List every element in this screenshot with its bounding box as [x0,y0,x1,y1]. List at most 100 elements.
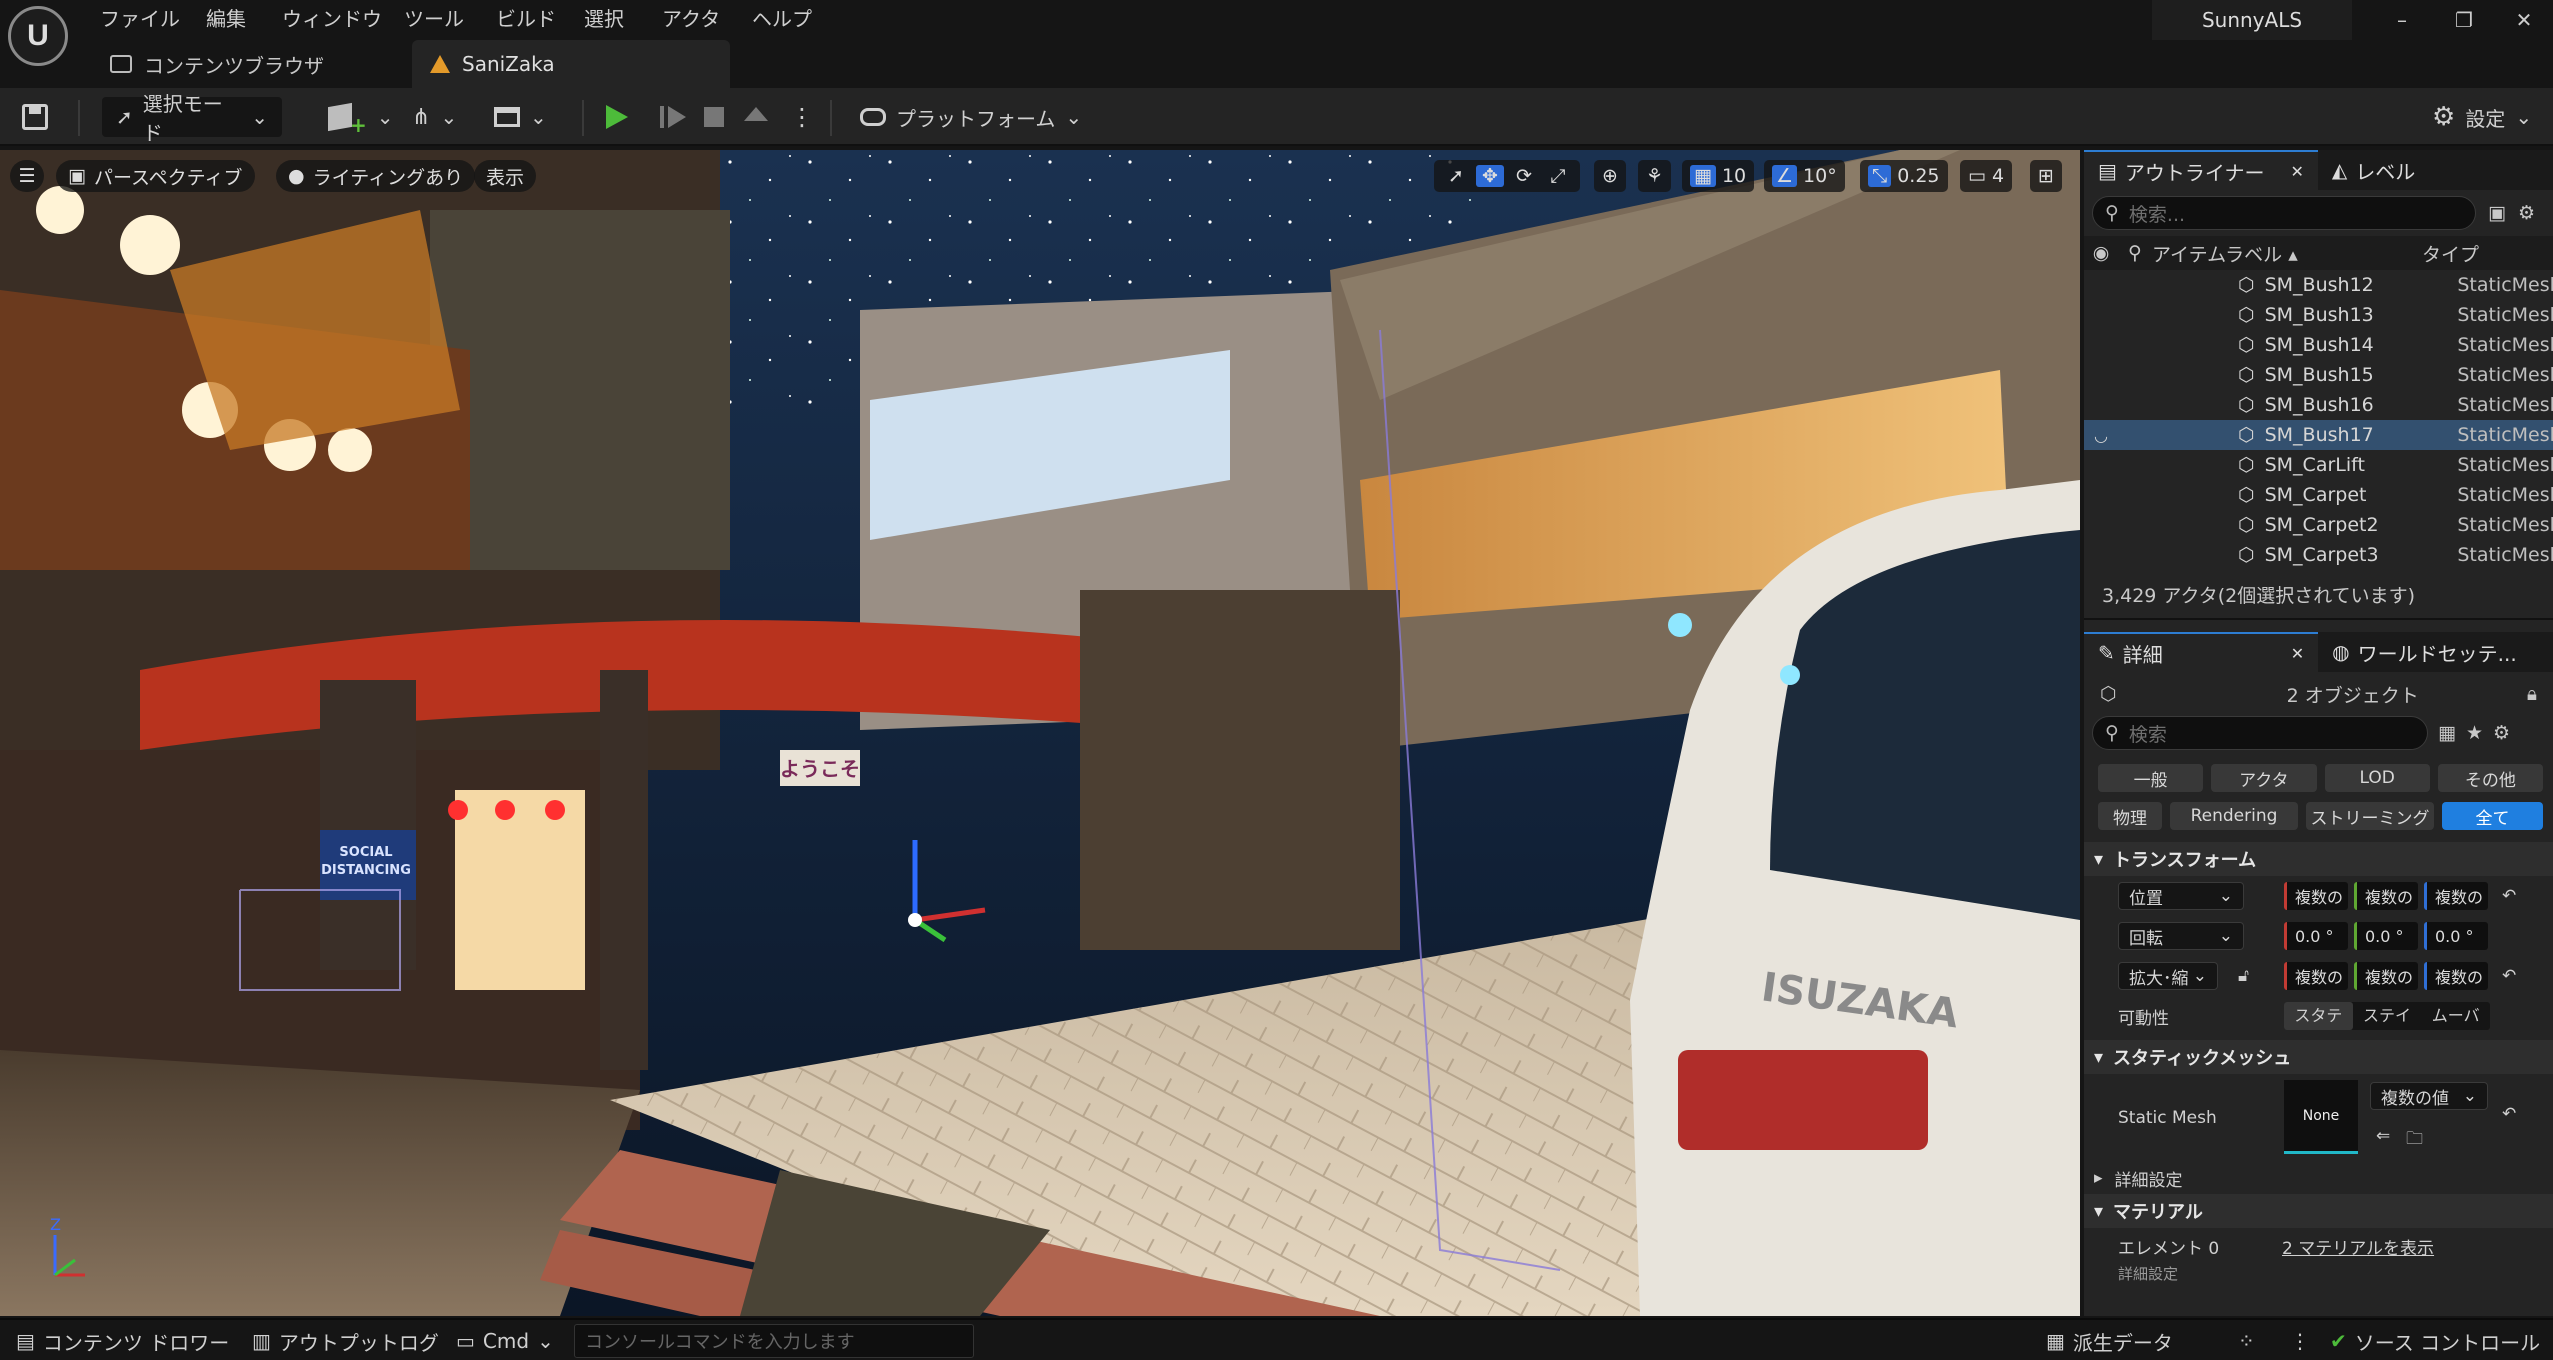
filter-physics[interactable]: 物理 [2098,802,2162,830]
scale-x[interactable]: 複数の [2284,962,2348,990]
location-y[interactable]: 複数の [2354,882,2418,910]
filter-rendering[interactable]: Rendering [2170,802,2298,830]
mobility-static[interactable]: スタテ [2284,1002,2353,1030]
advance-frame-button[interactable] [660,97,686,137]
mobility-movable[interactable]: ムーバ [2421,1002,2490,1030]
location-z[interactable]: 複数の [2424,882,2488,910]
gear-icon[interactable]: ⚙ [2518,202,2535,224]
more-icon[interactable]: ⋮ [2290,1324,2310,1358]
console-input[interactable]: コンソールコマンドを入力します [574,1324,974,1358]
use-selected-icon[interactable]: ⇐ [2376,1126,2390,1146]
scene-render[interactable]: SOCIAL DISTANCING ようこそ ISUZAKA Z [0,150,2080,1316]
gear-icon[interactable]: ⚙ [2493,722,2510,744]
rotate-snap-control[interactable]: ∠ 10° [1764,160,1845,192]
mobility-stationary[interactable]: ステイ [2353,1002,2422,1030]
show-flags-button[interactable]: 表示 [474,160,537,192]
menu-tools[interactable]: ツール [404,2,464,36]
filter-misc[interactable]: その他 [2437,764,2543,792]
lock-icon[interactable]: 🔓︎ [2238,966,2249,986]
mesh-thumbnail[interactable]: None [2284,1080,2358,1154]
play-options-button[interactable]: ⋮ [790,97,814,137]
location-dropdown[interactable]: 位置 ⌄ [2118,882,2244,910]
play-button[interactable] [606,97,628,137]
scale-tool-icon[interactable]: ⤢ [1544,165,1572,187]
close-icon[interactable]: ✕ [2291,644,2304,663]
menu-help[interactable]: ヘルプ [752,2,812,36]
outliner-row[interactable]: ⬡ SM_Bush12 StaticMesh [2084,270,2553,300]
stop-button[interactable] [704,97,724,137]
add-folder-icon[interactable]: ▣ [2488,202,2506,224]
grid-snap-control[interactable]: ▦ 10 [1682,160,1755,192]
rotate-tool-icon[interactable]: ⟳ [1510,165,1538,187]
move-tool-icon[interactable]: ✥ [1476,165,1504,187]
details-search-input[interactable]: ⚲ 検索 [2092,716,2428,750]
derived-data-button[interactable]: ▦ 派生データ [2046,1324,2173,1358]
maximize-button[interactable]: ❐ [2450,8,2478,34]
table-view-icon[interactable]: ▦ [2438,722,2456,744]
column-item-label[interactable]: アイテムラベル ▴ [2152,240,2422,267]
outliner-search-input[interactable]: ⚲ 検索... [2092,196,2476,230]
reset-icon[interactable]: ↶ [2502,966,2516,986]
menu-build[interactable]: ビルド [496,2,556,36]
level-viewport[interactable]: SOCIAL DISTANCING ようこそ ISUZAKA Z ☰ ▣ パース… [0,150,2080,1316]
menu-select[interactable]: 選択 [584,2,624,36]
unreal-logo-icon[interactable]: U [8,6,68,66]
source-control-button[interactable]: ✔ ソース コントロール [2330,1324,2540,1358]
menu-window[interactable]: ウィンドウ [282,2,382,36]
scale-snap-control[interactable]: ⤡ 0.25 [1860,160,1948,192]
filter-streaming[interactable]: ストリーミング [2306,802,2434,830]
column-type[interactable]: タイプ [2422,240,2479,267]
cmd-dropdown[interactable]: ▭ Cmd ⌄ [456,1324,554,1358]
section-material[interactable]: ▾ マテリアル [2084,1194,2553,1228]
save-button[interactable] [22,97,48,137]
outliner-row[interactable]: ⬡ SM_Carpet2 StaticMesh [2084,510,2553,540]
viewport-options-button[interactable]: ☰ [10,160,44,192]
menu-edit[interactable]: 編集 [206,2,246,36]
surface-snap-toggle[interactable]: ⚘ [1638,160,1672,192]
outliner-row[interactable]: ◡ ⬡ SM_Bush17 StaticMesh [2084,420,2553,450]
scale-y[interactable]: 複数の [2354,962,2418,990]
rotation-x[interactable]: 0.0 ° [2284,922,2348,950]
show-materials-link[interactable]: 2 マテリアルを表示 [2282,1234,2434,1259]
world-space-toggle[interactable]: ⊕ [1594,160,1626,192]
tab-world-settings[interactable]: ◍ ワールドセッテ... [2318,632,2531,672]
tab-outliner[interactable]: ▤ アウトライナー ✕ [2084,150,2318,190]
outliner-row[interactable]: ⬡ SM_CarLift StaticMesh [2084,450,2553,480]
reset-icon[interactable]: ↶ [2502,886,2516,906]
pin-column-icon[interactable]: ⚲ [2118,242,2152,264]
outliner-row[interactable]: ⬡ SM_Carpet StaticMesh [2084,480,2553,510]
notifications-icon[interactable]: ⁘ [2238,1324,2255,1358]
tab-levels[interactable]: ◭ レベル [2318,150,2429,190]
tab-details[interactable]: ✎ 詳細 ✕ [2084,632,2319,672]
outliner-row[interactable]: ⬡ SM_Bush13 StaticMesh [2084,300,2553,330]
rotation-dropdown[interactable]: 回転 ⌄ [2118,922,2244,950]
filter-actor[interactable]: アクタ [2211,764,2317,792]
add-actor-button[interactable]: + ⌄ [328,97,394,137]
visibility-column-icon[interactable]: ◉ [2084,242,2118,264]
perspective-button[interactable]: ▣ パースペクティブ [56,160,255,192]
menu-actor[interactable]: アクタ [662,2,720,36]
menu-file[interactable]: ファイル [100,2,180,36]
browse-icon[interactable]: 🗀︎ [2406,1126,2423,1155]
scale-dropdown[interactable]: 拡大･縮 ⌄ [2118,962,2218,990]
rotation-y[interactable]: 0.0 ° [2354,922,2418,950]
rotation-z[interactable]: 0.0 ° [2424,922,2488,950]
blueprint-button[interactable]: ⋔ ⌄ [412,97,457,137]
cinematics-button[interactable]: ⌄ [494,97,547,137]
outliner-row[interactable]: ⬡ SM_Carpet3 StaticMesh [2084,540,2553,570]
star-icon[interactable]: ★ [2466,722,2483,744]
advanced-row-2[interactable]: 詳細設定 [2084,1264,2553,1283]
eject-button[interactable] [744,97,768,137]
location-x[interactable]: 複数の [2284,882,2348,910]
section-static-mesh[interactable]: ▾ スタティックメッシュ [2084,1040,2553,1074]
select-tool-icon[interactable]: ➚ [1442,165,1470,187]
outliner-row[interactable]: ⬡ SM_Bush14 StaticMesh [2084,330,2553,360]
filter-all[interactable]: 全て [2442,802,2543,830]
lighting-mode-button[interactable]: ● ライティングあり [276,160,476,192]
eye-icon[interactable]: ◡ [2094,426,2108,445]
scale-z[interactable]: 複数の [2424,962,2488,990]
content-drawer-button[interactable]: ▤ コンテンツ ドロワー [16,1324,229,1358]
minimize-button[interactable]: – [2388,8,2416,34]
tab-level-sanizaka[interactable]: SaniZaka [412,40,730,88]
outliner-row[interactable]: ⬡ SM_Bush15 StaticMesh [2084,360,2553,390]
